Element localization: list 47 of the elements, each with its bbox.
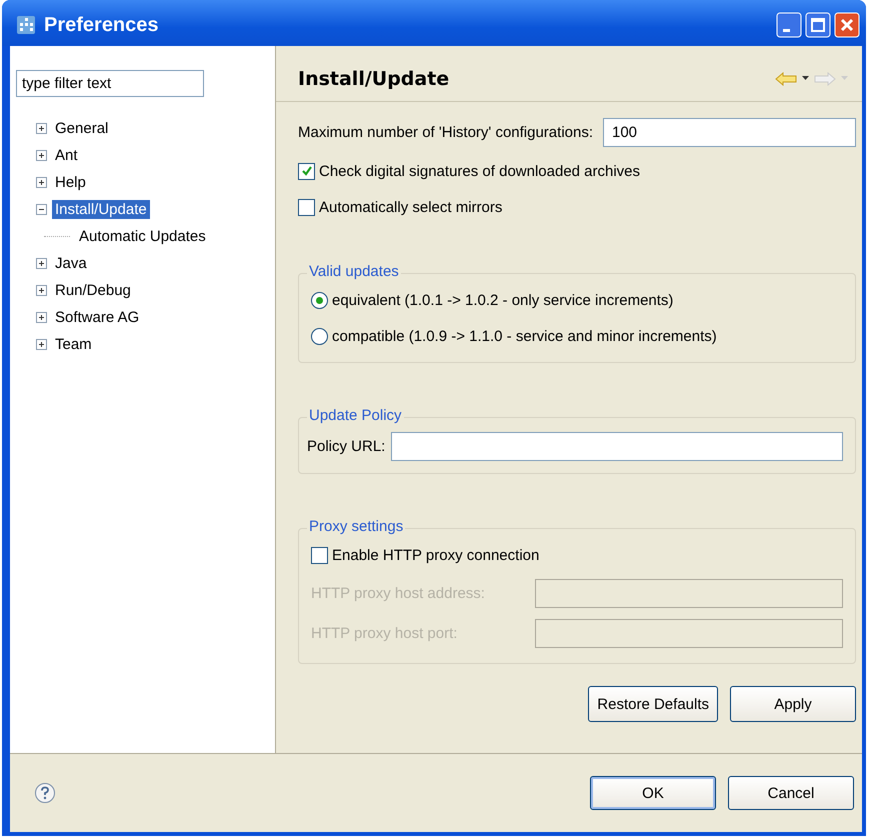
- page-button[interactable]: Restore Defaults: [588, 686, 718, 722]
- expander-icon[interactable]: [36, 258, 47, 269]
- tree-item[interactable]: Team: [52, 335, 95, 354]
- expander-icon[interactable]: [36, 177, 47, 188]
- checkbox-label[interactable]: Enable HTTP proxy connection: [332, 546, 540, 564]
- expander-icon[interactable]: [36, 312, 47, 323]
- expander-icon[interactable]: [36, 123, 47, 134]
- tree-item[interactable]: General: [52, 119, 112, 138]
- tree-item[interactable]: Automatic Updates: [76, 227, 209, 246]
- expander-icon[interactable]: [36, 204, 47, 215]
- checkbox-label[interactable]: Check digital signatures of downloaded archives: [319, 162, 640, 180]
- maximize-icon[interactable]: [805, 12, 831, 38]
- close-icon[interactable]: [834, 12, 860, 38]
- tree-item[interactable]: Install/Update: [52, 200, 150, 219]
- group-title: Valid updates: [307, 263, 401, 280]
- expander-icon[interactable]: [36, 150, 47, 161]
- tree-item[interactable]: Software AG: [52, 308, 142, 327]
- history-field[interactable]: 100: [603, 118, 856, 147]
- radio-label[interactable]: equivalent (1.0.1 -> 1.0.2 - only service increments): [332, 292, 674, 308]
- tree-item[interactable]: Java: [52, 254, 90, 273]
- checkbox-label[interactable]: Automatically select mirrors: [319, 198, 502, 216]
- app-icon: [16, 15, 36, 35]
- dialog-button[interactable]: OK: [590, 776, 716, 810]
- dialog-button[interactable]: Cancel: [728, 776, 854, 810]
- checkbox[interactable]: [311, 546, 328, 564]
- page-title: Install/Update: [298, 68, 450, 90]
- group-title: Proxy settings: [307, 518, 406, 535]
- window-title: Preferences: [44, 14, 160, 36]
- group-title: Update Policy: [307, 407, 404, 424]
- filter-field[interactable]: type filter text: [16, 70, 204, 97]
- minimize-icon[interactable]: [776, 12, 802, 38]
- radio-button[interactable]: [311, 292, 328, 308]
- tree-item[interactable]: Ant: [52, 146, 81, 165]
- help-icon[interactable]: [34, 782, 56, 804]
- history-label: Maximum number of 'History' configurations:: [298, 124, 593, 141]
- dropdown-caret-icon[interactable]: [802, 76, 809, 81]
- page-button[interactable]: Apply: [730, 686, 856, 722]
- policy-url-label: Policy URL:: [307, 438, 386, 455]
- checkbox[interactable]: [298, 162, 315, 180]
- radio-label[interactable]: compatible (1.0.9 -> 1.1.0 - service and minor increments): [332, 328, 717, 344]
- expander-icon[interactable]: [36, 339, 47, 350]
- checkbox[interactable]: [298, 198, 315, 216]
- policy-url-field[interactable]: [391, 432, 843, 461]
- radio-button[interactable]: [311, 328, 328, 344]
- tree-item[interactable]: Run/Debug: [52, 281, 134, 300]
- tree-item[interactable]: Help: [52, 173, 89, 192]
- expander-icon[interactable]: [36, 285, 47, 296]
